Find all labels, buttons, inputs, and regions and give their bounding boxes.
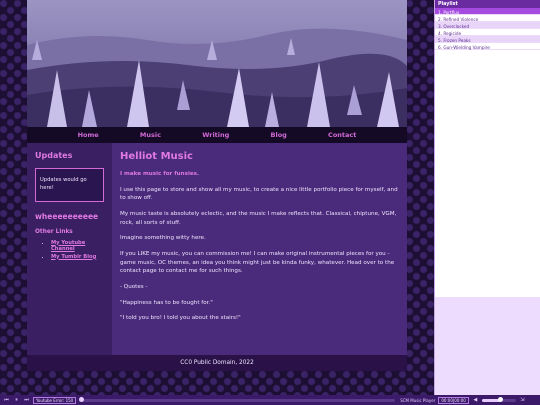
quote: "I told you bro! I told you about the st… xyxy=(120,315,241,322)
youtube-channel-link[interactable]: My Youtube Channel xyxy=(51,240,85,252)
expand-icon[interactable]: ⇲ xyxy=(519,397,526,404)
progress-knob[interactable] xyxy=(79,397,85,402)
quotes-heading: - Quotes - xyxy=(120,283,148,290)
nav-contact[interactable]: Contact xyxy=(328,131,356,139)
progress-bar[interactable] xyxy=(79,397,396,402)
playlist-track[interactable]: 5. Frozen Peaks xyxy=(435,36,540,43)
paragraph: I use this page to store and show all my… xyxy=(120,186,398,202)
footer: CC0 Public Domain, 2022 xyxy=(27,355,407,371)
sidebar: Updates Updates would go here! wheeeeeee… xyxy=(27,143,112,355)
music-player-playlist: Playlist 1. Portflux 2. Refined Violence… xyxy=(434,0,540,395)
playlist-track[interactable]: 1. Portflux xyxy=(435,8,540,15)
player-status: Youtube Error: 150 xyxy=(33,396,77,404)
updates-box: Updates would go here! xyxy=(35,168,104,202)
playlist-track[interactable]: 2. Refined Violence xyxy=(435,15,540,22)
volume-icon[interactable]: ◀ xyxy=(472,397,479,404)
website: Home Music Writing Blog Contact Updates … xyxy=(27,0,407,371)
paragraph: If you LIKE my music, you can commission… xyxy=(120,250,395,275)
content-area: Updates Updates would go here! wheeeeeee… xyxy=(27,143,407,355)
playlist-track[interactable]: 3. Overclocked xyxy=(435,22,540,29)
list-item: My Youtube Channel xyxy=(51,240,104,252)
nav-blog[interactable]: Blog xyxy=(271,131,287,139)
player-name: SCM Music Player xyxy=(400,397,436,403)
volume-slider[interactable] xyxy=(481,397,516,402)
page-title: Helliot Music xyxy=(120,151,193,162)
crystal-landscape-image xyxy=(27,0,407,127)
nav-writing[interactable]: Writing xyxy=(202,131,229,139)
other-links-list: My Youtube Channel My Tumblr Blog xyxy=(35,240,104,260)
updates-heading: Updates xyxy=(35,151,73,160)
quote: "Happiness has to be fought for." xyxy=(120,299,213,306)
list-item: My Tumblr Blog xyxy=(51,254,104,260)
other-links-heading: Other Links xyxy=(35,228,73,235)
player-time: 00:00|00:00 xyxy=(438,396,469,404)
nav-music[interactable]: Music xyxy=(140,131,161,139)
hero-banner-image xyxy=(27,0,407,127)
paragraph: My music taste is absolutely eclectic, a… xyxy=(120,210,397,226)
tumblr-blog-link[interactable]: My Tumblr Blog xyxy=(51,254,96,260)
playlist-track[interactable]: 6. Gun-Wielding Vampire xyxy=(435,43,540,50)
next-icon[interactable]: ⏭ xyxy=(23,397,30,404)
intro-text: I make music for funsies. xyxy=(120,171,200,177)
main-navigation: Home Music Writing Blog Contact xyxy=(27,127,407,143)
nav-home[interactable]: Home xyxy=(78,131,99,139)
whee-heading: wheeeeeeeeee xyxy=(35,211,99,221)
playlist-title: Playlist xyxy=(435,0,540,8)
volume-knob[interactable] xyxy=(497,397,503,402)
playlist-empty-area xyxy=(435,297,540,395)
paragraph: Imagine something witty here. xyxy=(120,235,206,242)
main-content: Helliot Music I make music for funsies. … xyxy=(112,143,407,355)
playlist-track[interactable]: 4. Regicide xyxy=(435,29,540,36)
pause-icon[interactable]: ⏸ xyxy=(13,397,20,404)
music-player-bar: ⏮ ⏸ ⏭ Youtube Error: 150 SCM Music Playe… xyxy=(0,395,540,405)
prev-icon[interactable]: ⏮ xyxy=(3,397,10,404)
